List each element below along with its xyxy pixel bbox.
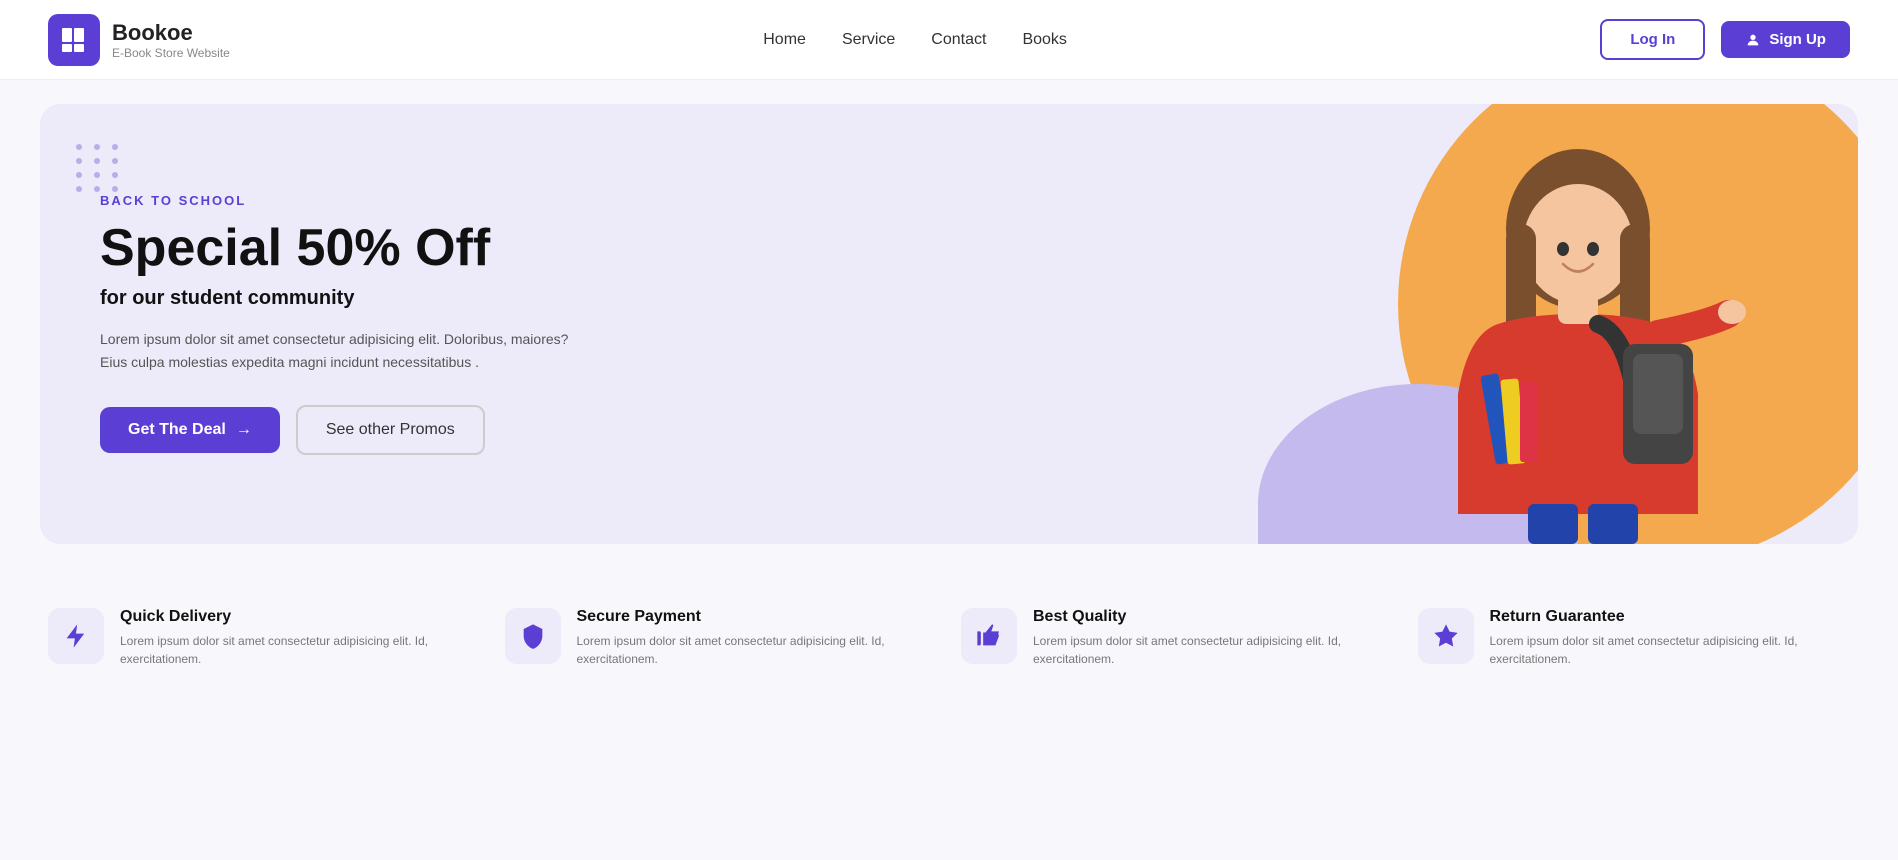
student-figure-svg <box>1388 134 1768 544</box>
signup-button[interactable]: Sign Up <box>1721 21 1850 58</box>
user-icon <box>1745 32 1761 48</box>
get-deal-button[interactable]: Get The Deal → <box>100 407 280 453</box>
feature-quick-delivery: Quick Delivery Lorem ipsum dolor sit ame… <box>48 608 481 668</box>
brand-tagline: E-Book Store Website <box>112 46 230 60</box>
secure-payment-text: Secure Payment Lorem ipsum dolor sit ame… <box>577 608 938 668</box>
see-promos-button[interactable]: See other Promos <box>296 405 485 455</box>
hero-tag: BACK TO SCHOOL <box>100 193 580 208</box>
book-icon <box>58 24 90 56</box>
arrow-icon: → <box>236 421 252 439</box>
hero-wrapper: BACK TO SCHOOL Special 50% Off for our s… <box>0 80 1898 568</box>
deal-label: Get The Deal <box>128 421 226 439</box>
nav-contact[interactable]: Contact <box>931 31 986 49</box>
nav-service[interactable]: Service <box>842 31 895 49</box>
return-guarantee-title: Return Guarantee <box>1490 608 1851 626</box>
secure-payment-icon-wrapper <box>505 608 561 664</box>
return-guarantee-icon-wrapper <box>1418 608 1474 664</box>
secure-payment-title: Secure Payment <box>577 608 938 626</box>
logo-icon <box>48 14 100 66</box>
quick-delivery-title: Quick Delivery <box>120 608 481 626</box>
nav-home[interactable]: Home <box>763 31 806 49</box>
best-quality-title: Best Quality <box>1033 608 1394 626</box>
hero-subtitle: for our student community <box>100 287 580 310</box>
logo-area: Bookoe E-Book Store Website <box>48 14 230 66</box>
thumbsup-icon <box>975 622 1003 650</box>
navbar: Bookoe E-Book Store Website Home Service… <box>0 0 1898 80</box>
hero-content: BACK TO SCHOOL Special 50% Off for our s… <box>100 193 580 455</box>
features-section: Quick Delivery Lorem ipsum dolor sit ame… <box>0 568 1898 688</box>
quick-delivery-text: Quick Delivery Lorem ipsum dolor sit ame… <box>120 608 481 668</box>
quick-delivery-desc: Lorem ipsum dolor sit amet consectetur a… <box>120 632 481 668</box>
dots-decoration <box>76 144 122 192</box>
return-guarantee-desc: Lorem ipsum dolor sit amet consectetur a… <box>1490 632 1851 668</box>
best-quality-icon-wrapper <box>961 608 1017 664</box>
quick-delivery-icon-wrapper <box>48 608 104 664</box>
secure-payment-desc: Lorem ipsum dolor sit amet consectetur a… <box>577 632 938 668</box>
brand-name: Bookoe <box>112 20 230 46</box>
student-image <box>1358 124 1798 544</box>
hero-description: Lorem ipsum dolor sit amet consectetur a… <box>100 328 580 373</box>
shield-icon <box>519 622 547 650</box>
feature-secure-payment: Secure Payment Lorem ipsum dolor sit ame… <box>505 608 938 668</box>
feature-best-quality: Best Quality Lorem ipsum dolor sit amet … <box>961 608 1394 668</box>
best-quality-desc: Lorem ipsum dolor sit amet consectetur a… <box>1033 632 1394 668</box>
star-icon <box>1432 622 1460 650</box>
hero-banner: BACK TO SCHOOL Special 50% Off for our s… <box>40 104 1858 544</box>
nav-links: Home Service Contact Books <box>763 31 1067 49</box>
nav-books[interactable]: Books <box>1022 31 1066 49</box>
logo-text: Bookoe E-Book Store Website <box>112 20 230 60</box>
lightning-icon <box>62 622 90 650</box>
nav-actions: Log In Sign Up <box>1600 19 1850 60</box>
feature-return-guarantee: Return Guarantee Lorem ipsum dolor sit a… <box>1418 608 1851 668</box>
hero-title: Special 50% Off <box>100 220 580 277</box>
best-quality-text: Best Quality Lorem ipsum dolor sit amet … <box>1033 608 1394 668</box>
signup-label: Sign Up <box>1769 31 1826 48</box>
login-button[interactable]: Log In <box>1600 19 1705 60</box>
return-guarantee-text: Return Guarantee Lorem ipsum dolor sit a… <box>1490 608 1851 668</box>
hero-buttons: Get The Deal → See other Promos <box>100 405 580 455</box>
